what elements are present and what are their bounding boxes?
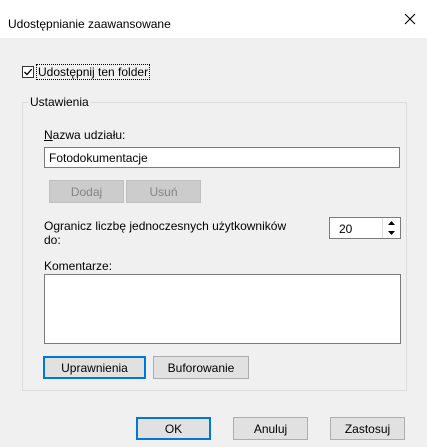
share-name-label-accel: N — [44, 128, 53, 142]
comments-textarea[interactable] — [44, 274, 401, 344]
share-folder-label: Udostępnij ten folder — [35, 64, 151, 80]
settings-legend: Ustawienia — [28, 95, 91, 109]
add-button[interactable]: Dodaj — [49, 180, 124, 203]
window-title: Udostępnianie zaawansowane — [8, 17, 171, 31]
share-name-label-text: azwa udziału: — [52, 128, 126, 142]
settings-group — [22, 102, 407, 391]
permissions-button[interactable]: Uprawnienia — [43, 356, 146, 379]
ok-button-label: OK — [164, 421, 183, 436]
spinner-up-button[interactable] — [383, 218, 399, 228]
share-folder-checkbox[interactable]: Udostępnij ten folder — [22, 64, 151, 80]
spinner-buttons — [382, 218, 400, 238]
share-name-input[interactable]: Fotodokumentacje — [44, 147, 400, 168]
caching-button-label: Buforowanie — [167, 360, 235, 375]
title-bar: Udostępnianie zaawansowane — [0, 0, 427, 38]
remove-button-label: Usuń — [149, 184, 178, 199]
cancel-button-label: Anuluj — [253, 421, 288, 436]
remove-button[interactable]: Usuń — [126, 180, 201, 203]
triangle-up-icon — [387, 221, 395, 225]
caching-button[interactable]: Buforowanie — [153, 356, 249, 379]
checkbox-box[interactable] — [22, 66, 34, 78]
share-name-value: Fotodokumentacje — [49, 151, 148, 165]
spinner-down-button[interactable] — [383, 228, 399, 238]
share-name-label: Nazwa udziału: — [44, 128, 125, 142]
limit-users-value: 20 — [339, 222, 353, 236]
ok-button[interactable]: OK — [136, 417, 211, 440]
triangle-down-icon — [387, 231, 395, 235]
limit-users-label-line2: do: — [44, 233, 61, 247]
permissions-button-label: Uprawnienia — [61, 360, 128, 375]
apply-button[interactable]: Zastosuj — [330, 417, 405, 440]
add-button-label: Dodaj — [70, 184, 103, 199]
comments-label: Komentarze: — [44, 259, 113, 273]
close-button[interactable] — [381, 0, 427, 38]
limit-users-label-line1: Ogranicz liczbę jednoczesnych użytkownik… — [44, 219, 287, 233]
apply-button-label: Zastosuj — [344, 421, 391, 436]
close-icon — [404, 13, 416, 25]
limit-users-spinner[interactable]: 20 — [329, 217, 401, 239]
cancel-button[interactable]: Anuluj — [233, 417, 308, 440]
checkmark-icon — [24, 68, 33, 76]
